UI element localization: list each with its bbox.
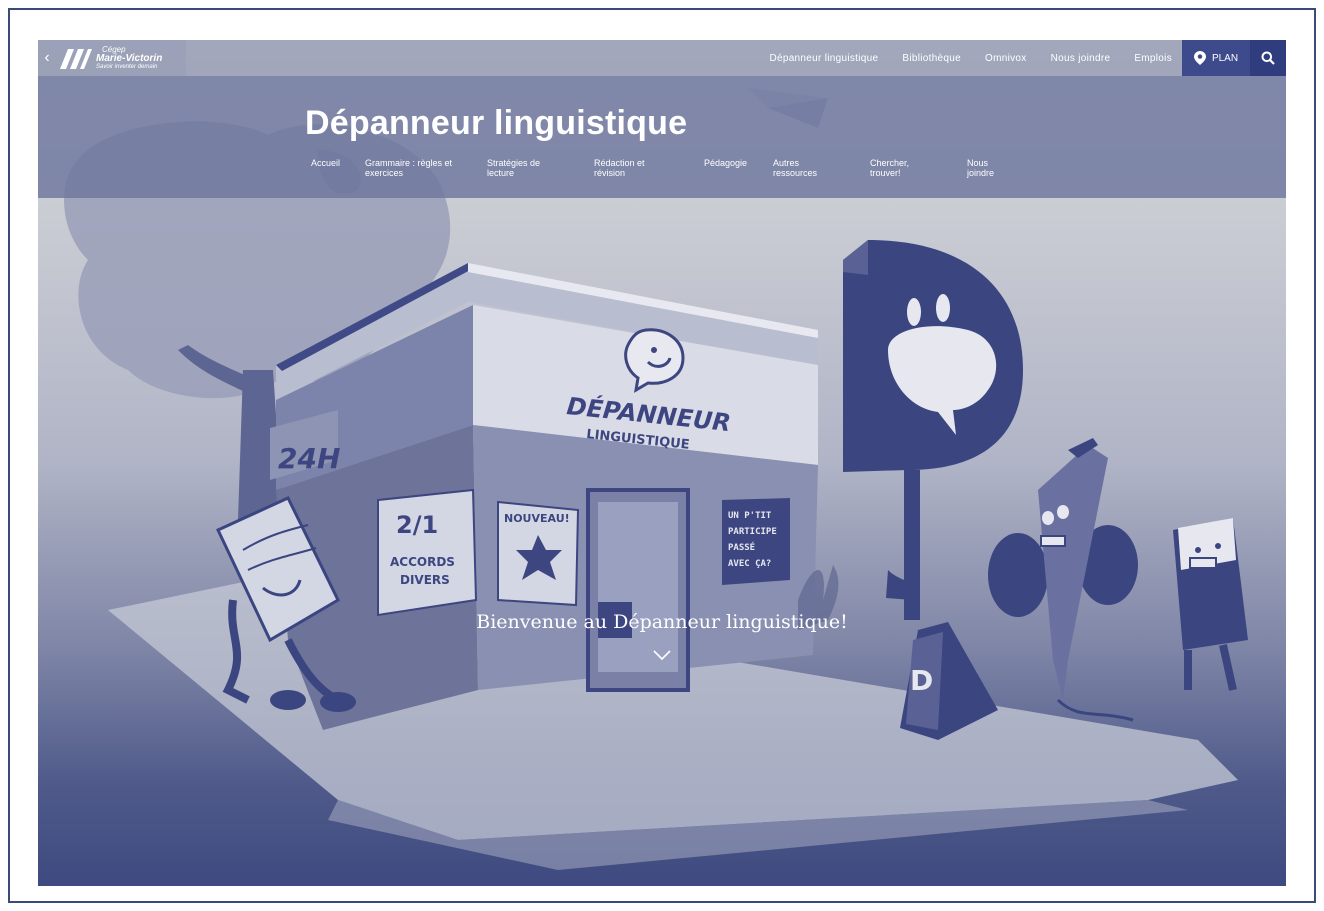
search-button[interactable] [1250, 40, 1286, 76]
sub-nav-nous-joindre[interactable]: Nous joindre [967, 158, 1003, 178]
page-viewport: 24H DÉPANNEUR LINGUISTIQUE 2/1 ACCORDS D… [38, 40, 1286, 886]
top-nav: Dépanneur linguistique Bibliothèque Omni… [757, 40, 1184, 76]
poster-accords [377, 488, 478, 617]
top-bar: ‹ Cégep Marie-Victorin Savoir inventer d… [38, 40, 1286, 76]
sub-nav-chercher[interactable]: Chercher, trouver! [870, 158, 922, 178]
svg-text:AVEC ÇA?: AVEC ÇA? [728, 559, 771, 569]
sub-nav-accueil[interactable]: Accueil [311, 158, 351, 168]
sign-24h: 24H [278, 442, 340, 475]
logo-line3: Savoir inventer demain [96, 63, 158, 70]
top-nav-bibliotheque[interactable]: Bibliothèque [890, 53, 973, 64]
logo-line2: Marie-Victorin [96, 52, 163, 64]
pencil-character [988, 438, 1138, 722]
svg-text:PASSÉ: PASSÉ [728, 541, 755, 553]
svg-text:DIVERS: DIVERS [400, 573, 450, 587]
chevron-down-icon[interactable] [652, 648, 672, 662]
eraser-character [1173, 518, 1248, 691]
welcome-message: Bienvenue au Dépanneur linguistique! [476, 611, 848, 633]
back-chevron-icon[interactable]: ‹ [38, 49, 56, 67]
sub-nav-redaction[interactable]: Rédaction et révision [594, 158, 658, 178]
top-nav-nous-joindre[interactable]: Nous joindre [1039, 53, 1123, 64]
svg-text:ACCORDS: ACCORDS [390, 555, 455, 569]
sub-nav-pedagogie[interactable]: Pédagogie [704, 158, 758, 168]
sub-nav-strategies[interactable]: Stratégies de lecture [487, 158, 559, 178]
logo-mark-icon [60, 49, 92, 69]
svg-text:NOUVEAU!: NOUVEAU! [504, 512, 570, 525]
sub-nav-grammaire[interactable]: Grammaire : règles et exercices [365, 158, 469, 178]
map-pin-icon [1193, 51, 1206, 65]
svg-text:PARTICIPE: PARTICIPE [728, 527, 777, 537]
svg-text:2/1: 2/1 [396, 511, 438, 539]
top-nav-emplois[interactable]: Emplois [1122, 53, 1184, 64]
site-title[interactable]: Dépanneur linguistique [305, 104, 687, 143]
search-icon [1261, 51, 1275, 65]
top-nav-omnivox[interactable]: Omnivox [973, 53, 1039, 64]
top-nav-depanneur[interactable]: Dépanneur linguistique [757, 53, 890, 64]
plan-button[interactable]: PLAN [1182, 40, 1250, 76]
plan-label: PLAN [1211, 52, 1239, 64]
sub-nav-autres-ressources[interactable]: Autres ressources [773, 158, 833, 178]
college-logo[interactable]: ‹ Cégep Marie-Victorin Savoir inventer d… [38, 40, 186, 76]
svg-text:UN P'TIT: UN P'TIT [728, 511, 772, 521]
svg-text:D: D [910, 664, 933, 697]
